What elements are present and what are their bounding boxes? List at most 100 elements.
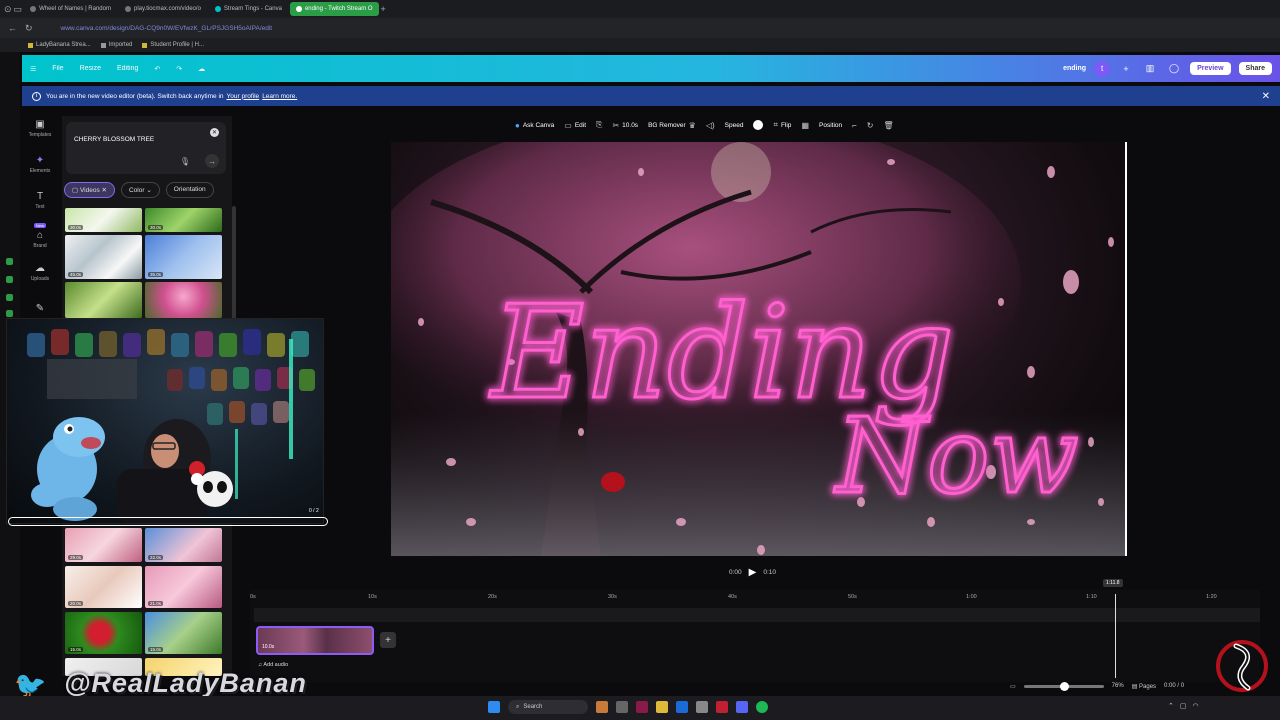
file-explorer-icon[interactable] — [656, 701, 668, 713]
filter-color[interactable]: Color ⌄ — [120, 182, 160, 198]
rail-elements[interactable]: ✦ Elements — [22, 146, 58, 182]
browser-menu-icon[interactable]: ⊙ — [4, 4, 12, 15]
video-thumbnail[interactable] — [145, 282, 222, 318]
video-thumbnail[interactable]: 22.0s — [145, 528, 222, 562]
start-icon[interactable] — [488, 701, 500, 713]
video-thumbnail[interactable]: 35.0s — [145, 235, 222, 279]
resize-menu[interactable]: Resize — [80, 65, 101, 72]
video-thumbnail[interactable]: 15.0s — [145, 612, 222, 654]
url-text[interactable]: www.canva.com/design/DAG-CQ9n0W/EVfwzK_G… — [61, 25, 273, 32]
notes-icon[interactable]: ▭ — [1010, 683, 1016, 690]
app-icon[interactable] — [696, 701, 708, 713]
close-icon[interactable]: ✕ — [1262, 91, 1270, 102]
filter-videos[interactable]: ▢ Videos ✕ — [64, 182, 115, 198]
clear-search-icon[interactable]: ✕ — [210, 128, 219, 137]
flip-button[interactable]: ⌗ Flip — [773, 120, 791, 130]
undo-icon[interactable]: ↶ — [154, 65, 160, 73]
rail-templates[interactable]: ▣ Templates — [22, 110, 58, 146]
streamer-handle: @RealLadyBanan — [64, 668, 307, 698]
play-icon[interactable]: ▶ — [749, 567, 757, 578]
bg-remover-button[interactable]: BG Remover ♛ — [648, 121, 696, 130]
split-icon[interactable]: ⎘ — [596, 120, 602, 130]
preview-button[interactable]: Preview — [1190, 62, 1231, 75]
comment-icon[interactable]: ◯ — [1166, 63, 1182, 74]
rail-brand[interactable]: New ⌂ Brand — [22, 218, 58, 254]
editing-menu[interactable]: Editing — [117, 65, 138, 72]
rail-text[interactable]: T Text — [22, 182, 58, 218]
new-badge: New — [33, 223, 46, 228]
project-name[interactable]: ending — [1063, 65, 1086, 72]
search-input[interactable]: CHERRY BLOSSOM TREE ✕ 🎙 → — [66, 122, 226, 174]
video-thumbnail[interactable]: 29.0s — [65, 528, 142, 562]
widget-icon[interactable] — [596, 701, 608, 713]
tab-favicon-icon — [30, 6, 37, 12]
zoom-slider[interactable] — [1023, 681, 1104, 691]
text-track[interactable] — [254, 608, 1260, 622]
bookmark-folder[interactable]: Imported — [100, 42, 132, 48]
file-menu[interactable]: File — [52, 65, 63, 72]
steam-icon[interactable] — [676, 701, 688, 713]
new-tab-icon[interactable]: + — [381, 4, 386, 14]
filter-orientation[interactable]: Orientation — [165, 182, 214, 198]
task-view-icon[interactable] — [616, 701, 628, 713]
playhead[interactable] — [1115, 594, 1116, 678]
video-thumbnail[interactable]: 45.0s — [65, 235, 142, 279]
video-thumbnail[interactable]: 30.0s — [145, 208, 222, 232]
zoom-level[interactable]: 76% — [1112, 683, 1124, 689]
zoom-knob[interactable] — [1059, 681, 1069, 691]
pages-button[interactable]: ▤ Pages — [1132, 683, 1156, 690]
bookmark-item[interactable]: LadyBanana Strea... — [28, 42, 91, 48]
network-icon[interactable]: ◠ — [1193, 702, 1199, 710]
insights-icon[interactable]: ▥ — [1142, 63, 1158, 74]
back-icon[interactable]: ← — [8, 23, 17, 33]
bookmark-item[interactable]: Student Profile | H... — [142, 42, 204, 48]
tab-tiocmax[interactable]: play.tiocmax.com/video/o — [119, 2, 207, 16]
trash-icon[interactable]: 🗑 — [884, 121, 894, 130]
transparency-icon[interactable]: ▦ — [801, 121, 809, 130]
video-thumbnail[interactable]: 15.0s — [65, 612, 142, 654]
canvas-title-now[interactable]: Now — [832, 394, 1081, 519]
crop-icon: ⌗ — [773, 120, 778, 129]
tab-stream-tings[interactable]: Stream Tings - Canva — [209, 2, 288, 16]
ask-canva-button[interactable]: ● Ask Canva — [515, 121, 554, 130]
tab-ending[interactable]: ending - Twitch Stream O — [289, 2, 379, 16]
spotify-icon[interactable] — [756, 701, 768, 713]
sidebar-toggle-icon[interactable]: ▭ — [14, 4, 23, 15]
speed-button[interactable]: Speed — [725, 122, 744, 129]
volume-icon[interactable]: ◁) — [706, 121, 715, 130]
discord-icon[interactable] — [736, 701, 748, 713]
taskbar-search[interactable]: ⌕ Search — [508, 700, 588, 714]
color-swatch[interactable] — [753, 120, 764, 130]
menu-icon[interactable]: ☰ — [30, 65, 36, 73]
tab-wheel-of-names[interactable]: Wheel of Names | Random — [24, 2, 117, 16]
video-thumbnail[interactable] — [65, 282, 142, 318]
video-thumbnail[interactable]: 30.0s — [65, 208, 142, 232]
learn-more-link[interactable]: Learn more. — [262, 93, 297, 100]
avatar[interactable]: t — [1094, 60, 1111, 77]
position-button[interactable]: Position — [819, 122, 842, 129]
send-icon[interactable]: → — [205, 154, 219, 168]
webcam-scene — [27, 329, 315, 523]
your-profile-link[interactable]: Your profile — [227, 93, 260, 100]
paint-format-icon[interactable]: ⌐ — [852, 121, 857, 130]
add-clip-button[interactable]: + — [380, 632, 396, 648]
timeline-ruler[interactable]: 0s 10s 20s 30s 40s 50s 1:00 1:10 1:20 — [250, 590, 1260, 604]
rail-uploads[interactable]: ☁ Uploads — [22, 254, 58, 290]
design-canvas[interactable]: Ending Now — [391, 142, 1127, 556]
animate-icon[interactable]: ↻ — [867, 121, 874, 130]
microphone-icon[interactable]: 🎙 — [180, 157, 190, 166]
tray-chevron-icon[interactable]: ⌃ — [1168, 702, 1174, 710]
share-button[interactable]: Share — [1238, 62, 1272, 75]
app-icon[interactable] — [636, 701, 648, 713]
tray-app-icon[interactable]: ▢ — [1180, 702, 1187, 710]
cloud-save-icon[interactable]: ☁ — [198, 65, 205, 73]
duration-button[interactable]: ✂ 10.0s — [612, 121, 638, 130]
video-clip[interactable]: 10.0s — [256, 626, 374, 655]
add-collaborator-icon[interactable]: + — [1118, 64, 1134, 74]
redo-icon[interactable]: ↷ — [176, 65, 182, 73]
edit-button[interactable]: ▭ Edit — [564, 121, 586, 130]
reload-icon[interactable]: ↻ — [25, 23, 33, 34]
video-thumbnail[interactable]: 20.0s — [65, 566, 142, 608]
video-thumbnail[interactable]: 21.0s — [145, 566, 222, 608]
app-icon[interactable] — [716, 701, 728, 713]
